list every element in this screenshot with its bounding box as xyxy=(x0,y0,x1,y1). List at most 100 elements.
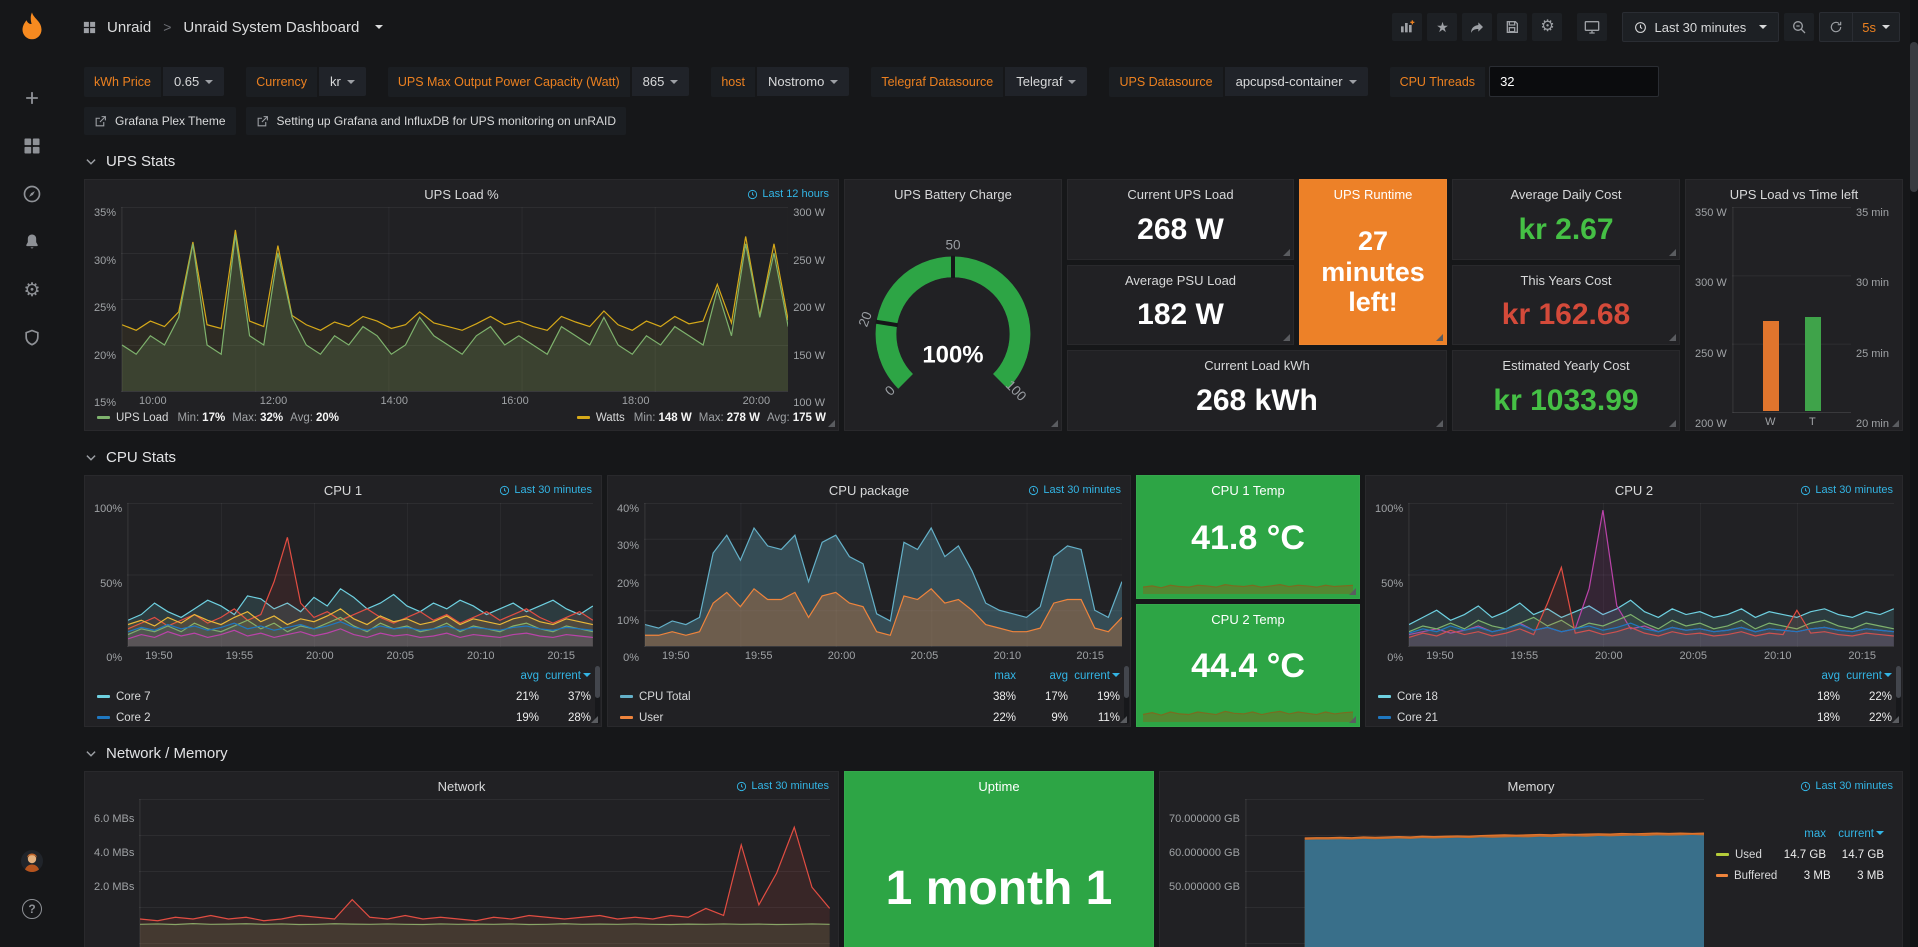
x-axis-label: 19:50 xyxy=(662,650,690,664)
panel-title[interactable]: Estimated Yearly Cost xyxy=(1453,351,1679,376)
chart-plot-area[interactable] xyxy=(1732,207,1851,413)
panel-title[interactable]: Average PSU Load xyxy=(1068,266,1293,291)
legend-sort-column[interactable]: current xyxy=(1826,828,1884,840)
legend-item[interactable]: User22%9%11% xyxy=(620,707,1120,726)
user-avatar[interactable] xyxy=(20,849,44,873)
page-scrollbar[interactable] xyxy=(1910,0,1918,947)
panel-title[interactable]: Memory xyxy=(1160,772,1902,797)
row-header-ups-stats[interactable]: UPS Stats xyxy=(84,135,1903,179)
variable-value-dropdown[interactable]: Telegraf xyxy=(1005,67,1087,96)
time-picker[interactable]: Last 30 minutes xyxy=(1622,12,1779,42)
breadcrumb-dashboard-title[interactable]: Unraid System Dashboard xyxy=(183,19,359,36)
graph-legend: UPS LoadMin:17%Max:32%Avg:20% WattsMin:14… xyxy=(85,409,838,430)
legend-sort-column[interactable]: current xyxy=(1840,670,1892,682)
star-button[interactable]: ★ xyxy=(1427,13,1457,41)
legend-sort-column[interactable]: avg xyxy=(1016,670,1068,682)
svg-text:50: 50 xyxy=(945,237,960,252)
row-header-cpu-stats[interactable]: CPU Stats xyxy=(84,431,1903,475)
legend-sort-column[interactable]: max xyxy=(1768,828,1826,840)
refresh-button[interactable] xyxy=(1820,13,1852,41)
variable-value-dropdown[interactable]: Nostromo xyxy=(757,67,849,96)
legend-scrollbar[interactable] xyxy=(595,666,600,724)
panel-title[interactable]: This Years Cost xyxy=(1453,266,1679,291)
chart-plot-area[interactable] xyxy=(121,207,788,392)
dashboard-settings-gear-icon[interactable]: ⚙ xyxy=(1532,13,1562,41)
legend-item[interactable]: CPU Total38%17%19% xyxy=(620,686,1120,707)
cpu-threads-input[interactable] xyxy=(1489,66,1659,97)
legend-scrollbar[interactable] xyxy=(1896,666,1901,724)
row-header-network-memory[interactable]: Network / Memory xyxy=(84,727,1903,771)
alerting-bell-icon[interactable] xyxy=(20,230,44,254)
y-axis-label: 20% xyxy=(94,350,116,362)
panel-title[interactable]: Current Load kWh xyxy=(1068,351,1446,376)
variable-value-dropdown[interactable]: apcupsd-container xyxy=(1225,67,1368,96)
x-axis-label: 20:15 xyxy=(547,650,575,664)
refresh-interval-picker[interactable]: 5s xyxy=(1852,13,1899,41)
panel-title[interactable]: UPS Load % xyxy=(85,180,838,205)
time-range-badge[interactable]: Last 12 hours xyxy=(747,188,829,200)
panel-title[interactable]: Uptime xyxy=(845,772,1153,797)
configuration-gear-icon[interactable]: ⚙ xyxy=(20,278,44,302)
legend-sort-column[interactable]: avg xyxy=(487,670,539,682)
legend-item[interactable]: Core 721%37% xyxy=(97,686,591,707)
legend-item[interactable]: Core 2118%22% xyxy=(1378,707,1892,726)
chart-plot-area[interactable] xyxy=(1408,503,1894,647)
legend-item[interactable]: WattsMin:148 WMax:278 WAvg:175 W xyxy=(577,412,826,424)
legend-item[interactable]: UPS LoadMin:17%Max:32%Avg:20% xyxy=(97,412,339,424)
chart-plot-area[interactable] xyxy=(127,503,593,647)
chart-plot-area[interactable] xyxy=(1245,799,1704,947)
time-range-badge[interactable]: Last 30 minutes xyxy=(1800,780,1893,792)
share-button[interactable] xyxy=(1462,13,1492,41)
panel-title[interactable]: UPS Runtime xyxy=(1300,180,1446,205)
panel-title[interactable]: UPS Load vs Time left xyxy=(1686,180,1902,205)
breadcrumb-folder[interactable]: Unraid xyxy=(107,19,151,36)
legend-sort-column[interactable]: current xyxy=(539,670,591,682)
panel-title[interactable]: CPU 2 Temp xyxy=(1137,605,1359,630)
admin-shield-icon[interactable] xyxy=(20,326,44,350)
panel-title[interactable]: Average Daily Cost xyxy=(1453,180,1679,205)
save-button[interactable] xyxy=(1497,13,1527,41)
chevron-down-icon[interactable] xyxy=(375,25,383,29)
panel-title[interactable]: UPS Battery Charge xyxy=(845,180,1061,205)
time-range-badge[interactable]: Last 30 minutes xyxy=(736,780,829,792)
time-range-badge[interactable]: Last 30 minutes xyxy=(1028,484,1121,496)
legend-sort-column[interactable]: current xyxy=(1068,670,1120,682)
legend-item[interactable]: Core 1818%22% xyxy=(1378,686,1892,707)
variable-value-dropdown[interactable]: 865 xyxy=(632,67,690,96)
help-icon[interactable]: ? xyxy=(20,897,44,921)
legend-scrollbar[interactable] xyxy=(1124,666,1129,724)
link-ups-monitoring-guide[interactable]: Setting up Grafana and InfluxDB for UPS … xyxy=(246,107,627,135)
legend-item[interactable]: Buffered3 MB3 MB xyxy=(1716,865,1884,886)
link-grafana-plex-theme[interactable]: Grafana Plex Theme xyxy=(84,107,236,135)
legend-item[interactable]: Core 219%28% xyxy=(97,707,591,726)
dashboard-grid-icon[interactable] xyxy=(82,20,97,35)
panel-title[interactable]: Network xyxy=(85,772,838,797)
grafana-logo[interactable] xyxy=(13,10,51,48)
y-axis-left: 6.0 MBs4.0 MBs2.0 MBs xyxy=(89,799,139,947)
sparkline xyxy=(1143,694,1353,722)
y-axis-label: 150 W xyxy=(793,350,825,362)
cycle-view-monitor-icon[interactable] xyxy=(1577,13,1607,41)
panel-title[interactable]: Current UPS Load xyxy=(1068,180,1293,205)
explore-compass-icon[interactable] xyxy=(20,182,44,206)
bar-w xyxy=(1763,321,1779,411)
panel-title[interactable]: CPU 1 Temp xyxy=(1137,476,1359,501)
create-plus-icon[interactable] xyxy=(20,86,44,110)
scrollbar-thumb[interactable] xyxy=(1910,42,1918,192)
legend-value: 9% xyxy=(1016,712,1068,724)
chart-plot-area[interactable] xyxy=(644,503,1122,647)
legend-item[interactable]: Used14.7 GB14.7 GB xyxy=(1716,844,1884,865)
time-range-badge[interactable]: Last 30 minutes xyxy=(499,484,592,496)
variable-value-dropdown[interactable]: kr xyxy=(319,67,366,96)
dashboards-icon[interactable] xyxy=(20,134,44,158)
y-axis-label: 200 W xyxy=(793,302,825,314)
add-panel-button[interactable] xyxy=(1392,13,1422,41)
zoom-out-button[interactable] xyxy=(1784,13,1814,41)
y-axis-label: 10% xyxy=(617,615,639,627)
legend-sort-column[interactable]: max xyxy=(964,670,1016,682)
time-range-badge[interactable]: Last 30 minutes xyxy=(1800,484,1893,496)
variable-value-dropdown[interactable]: 0.65 xyxy=(163,67,224,96)
panel-uptime: Uptime 1 month 1 xyxy=(844,771,1154,947)
legend-sort-column[interactable]: avg xyxy=(1788,670,1840,682)
chart-plot-area[interactable] xyxy=(139,799,830,947)
